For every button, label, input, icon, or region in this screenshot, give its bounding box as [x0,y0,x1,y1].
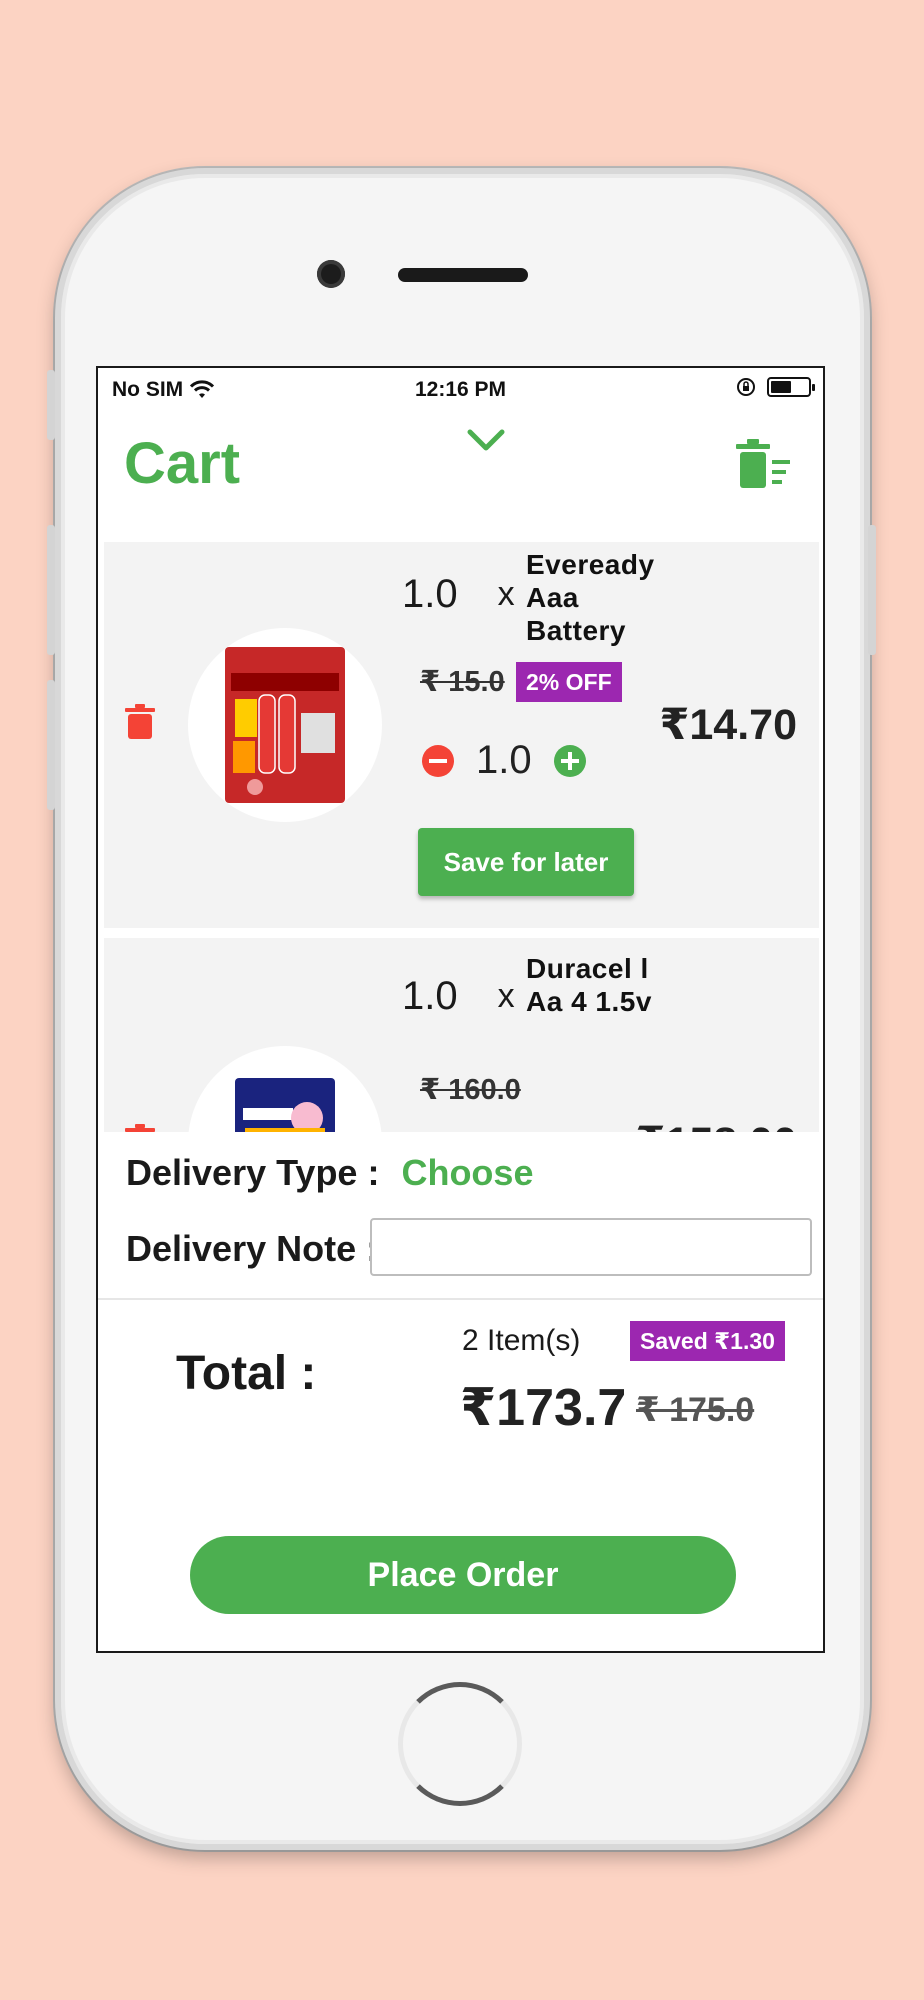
increase-quantity-button[interactable] [553,744,586,777]
clock: 12:16 PM [414,378,507,401]
eveready-battery-image [225,647,345,803]
cart-item: 1.0 x Duracel l Aa 4 1.5v ₹ 160.0 ₹158.0… [104,938,819,1132]
discount-badge: 2% OFF [516,662,622,702]
item-count: 2 Item(s) [462,1324,581,1357]
phone-speaker [398,268,528,282]
delivery-type-row: Delivery Type : Choose [126,1152,533,1194]
phone-volume-down [47,680,55,810]
line-qty-value: 1.0 [402,572,458,616]
cart-item: 1.0 x Eveready Aaa Battery ₹ 15.0 2% OFF… [104,542,819,928]
original-price: ₹ 160.0 [420,1074,521,1106]
divider [98,1298,823,1300]
saved-badge: Saved ₹1.30 [630,1321,785,1361]
product-image [188,1046,382,1132]
app-screen: No SIM 12:16 PM Cart 1.0 x Eveready Aaa … [96,366,825,1653]
total-label: Total : [176,1347,317,1400]
multiply-sign: x [497,977,515,1015]
phone-power-button [868,525,876,655]
delivery-note-input[interactable] [370,1218,812,1276]
trash-list-icon[interactable] [734,438,794,494]
product-name: Eveready Aaa Battery [526,549,655,646]
delete-item-icon[interactable] [124,1124,156,1132]
orientation-lock-icon [737,378,755,396]
delivery-type-choose-link[interactable]: Choose [401,1152,533,1194]
cart-list[interactable]: 1.0 x Eveready Aaa Battery ₹ 15.0 2% OFF… [98,542,823,1132]
delivery-note-row: Delivery Note : [126,1228,378,1270]
phone-volume-up [47,525,55,655]
quantity-stepper: 1.0 [422,738,586,783]
duracell-battery-image [235,1078,335,1132]
product-name: Duracel l Aa 4 1.5v [526,953,652,1017]
multiply-sign: x [497,575,515,613]
save-for-later-button[interactable]: Save for later [418,828,634,896]
original-price: ₹ 15.0 [420,666,505,698]
item-price: ₹158.00 [636,1118,797,1132]
item-price: ₹14.70 [659,701,797,749]
product-image [188,628,382,822]
status-bar: No SIM 12:16 PM [98,368,823,410]
place-order-button[interactable]: Place Order [190,1536,736,1614]
total-price: ₹173.7 [460,1379,627,1437]
delete-item-icon[interactable] [124,704,156,740]
phone-home-button[interactable] [398,1682,522,1806]
line-quantity: 1.0 x [402,974,515,1019]
decrease-quantity-button[interactable] [422,744,454,777]
battery-icon [767,377,815,397]
delivery-note-label: Delivery Note : [126,1228,379,1269]
chevron-down-icon[interactable] [464,422,508,462]
delivery-section: Delivery Type : Choose Delivery Note : [98,1132,823,1300]
delivery-type-label: Delivery Type : [126,1152,380,1193]
phone-camera [317,260,345,288]
quantity-value: 1.0 [476,738,532,782]
line-quantity: 1.0 x [402,572,515,617]
cart-header: Cart [98,410,823,510]
phone-side-button [47,370,55,440]
line-qty-value: 1.0 [402,974,458,1018]
total-original-price: ₹ 175.0 [636,1391,755,1429]
page-title: Cart [124,431,241,496]
